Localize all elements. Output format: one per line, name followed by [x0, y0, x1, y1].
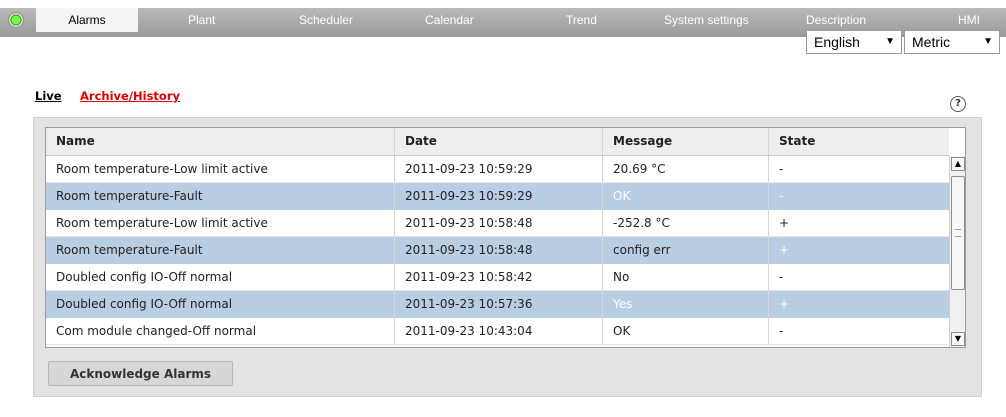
table-row[interactable]: Room temperature-Fault 2011-09-23 10:59:… [46, 183, 949, 210]
tab-alarms[interactable]: Alarms [36, 8, 138, 32]
table-row[interactable]: Com module changed-Off normal 2011-09-23… [46, 318, 949, 345]
status-led-icon [8, 12, 24, 28]
tab-scheduler[interactable]: Scheduler [299, 8, 353, 32]
column-header-message[interactable]: Message [603, 128, 769, 155]
cell-message: 20.69 °C [603, 156, 769, 182]
chevron-down-icon: ▼ [885, 36, 895, 47]
cell-name: Doubled config IO-Off normal [46, 264, 395, 290]
scroll-up-icon[interactable]: ▲ [951, 157, 965, 171]
cell-message: Yes [603, 291, 769, 318]
tab-calendar[interactable]: Calendar [425, 8, 474, 32]
scroll-thumb[interactable] [951, 176, 965, 290]
column-header-name[interactable]: Name [46, 128, 395, 155]
cell-message: OK [603, 183, 769, 210]
table-row[interactable]: Room temperature-Fault 2011-09-23 10:58:… [46, 237, 949, 264]
cell-date: 2011-09-23 10:43:04 [395, 318, 603, 344]
column-header-state[interactable]: State [769, 128, 949, 155]
cell-date: 2011-09-23 10:58:42 [395, 264, 603, 290]
cell-state: - [779, 162, 784, 176]
cell-message: -252.8 °C [603, 210, 769, 236]
units-select-value: Metric [912, 34, 951, 50]
cell-message: No [603, 264, 769, 290]
cell-name: Room temperature-Fault [46, 183, 395, 210]
cell-state: + [779, 297, 790, 311]
grip-icon [955, 229, 961, 237]
chevron-down-icon: ▼ [983, 36, 993, 47]
help-icon[interactable]: ? [950, 96, 966, 112]
units-select[interactable]: Metric ▼ [904, 30, 1000, 54]
cell-name: Room temperature-Low limit active [46, 156, 395, 182]
table-row[interactable]: Doubled config IO-Off normal 2011-09-23 … [46, 291, 949, 318]
tab-hmi[interactable]: HMI [958, 8, 980, 32]
subtab-live[interactable]: Live [35, 89, 62, 103]
cell-date: 2011-09-23 10:59:29 [395, 156, 603, 182]
scroll-down-icon[interactable]: ▼ [951, 332, 965, 346]
acknowledge-alarms-button[interactable]: Acknowledge Alarms [48, 361, 233, 386]
table-row[interactable]: Room temperature-Low limit active 2011-0… [46, 210, 949, 237]
table-row[interactable]: Room temperature-Low limit active 2011-0… [46, 156, 949, 183]
cell-name: Com module changed-Off normal [46, 318, 395, 344]
cell-state: + [779, 216, 790, 230]
language-select-value: English [814, 34, 860, 50]
cell-name: Doubled config IO-Off normal [46, 291, 395, 318]
table-row[interactable]: Doubled config IO-Off normal 2011-09-23 … [46, 264, 949, 291]
cell-state: - [779, 189, 784, 203]
cell-date: 2011-09-23 10:59:29 [395, 183, 603, 210]
cell-state: - [779, 324, 784, 338]
table-scrollbar[interactable]: ▲ ▼ [949, 156, 965, 347]
tab-description[interactable]: Description [806, 8, 866, 32]
cell-date: 2011-09-23 10:58:48 [395, 237, 603, 264]
tab-system-settings[interactable]: System settings [664, 8, 749, 32]
alarm-panel: Name Date Message State Room temperature… [33, 117, 982, 397]
cell-date: 2011-09-23 10:58:48 [395, 210, 603, 236]
tab-trend[interactable]: Trend [566, 8, 597, 32]
table-header: Name Date Message State [46, 128, 949, 156]
cell-date: 2011-09-23 10:57:36 [395, 291, 603, 318]
language-select[interactable]: English ▼ [806, 30, 902, 54]
cell-message: OK [603, 318, 769, 344]
cell-state: + [779, 243, 790, 257]
column-header-date[interactable]: Date [395, 128, 603, 155]
alarm-table: Name Date Message State Room temperature… [45, 127, 966, 348]
cell-name: Room temperature-Low limit active [46, 210, 395, 236]
cell-message: config err [603, 237, 769, 264]
cell-state: - [779, 270, 784, 284]
subtab-archive-history[interactable]: Archive/History [80, 89, 180, 103]
tab-plant[interactable]: Plant [188, 8, 215, 32]
cell-name: Room temperature-Fault [46, 237, 395, 264]
